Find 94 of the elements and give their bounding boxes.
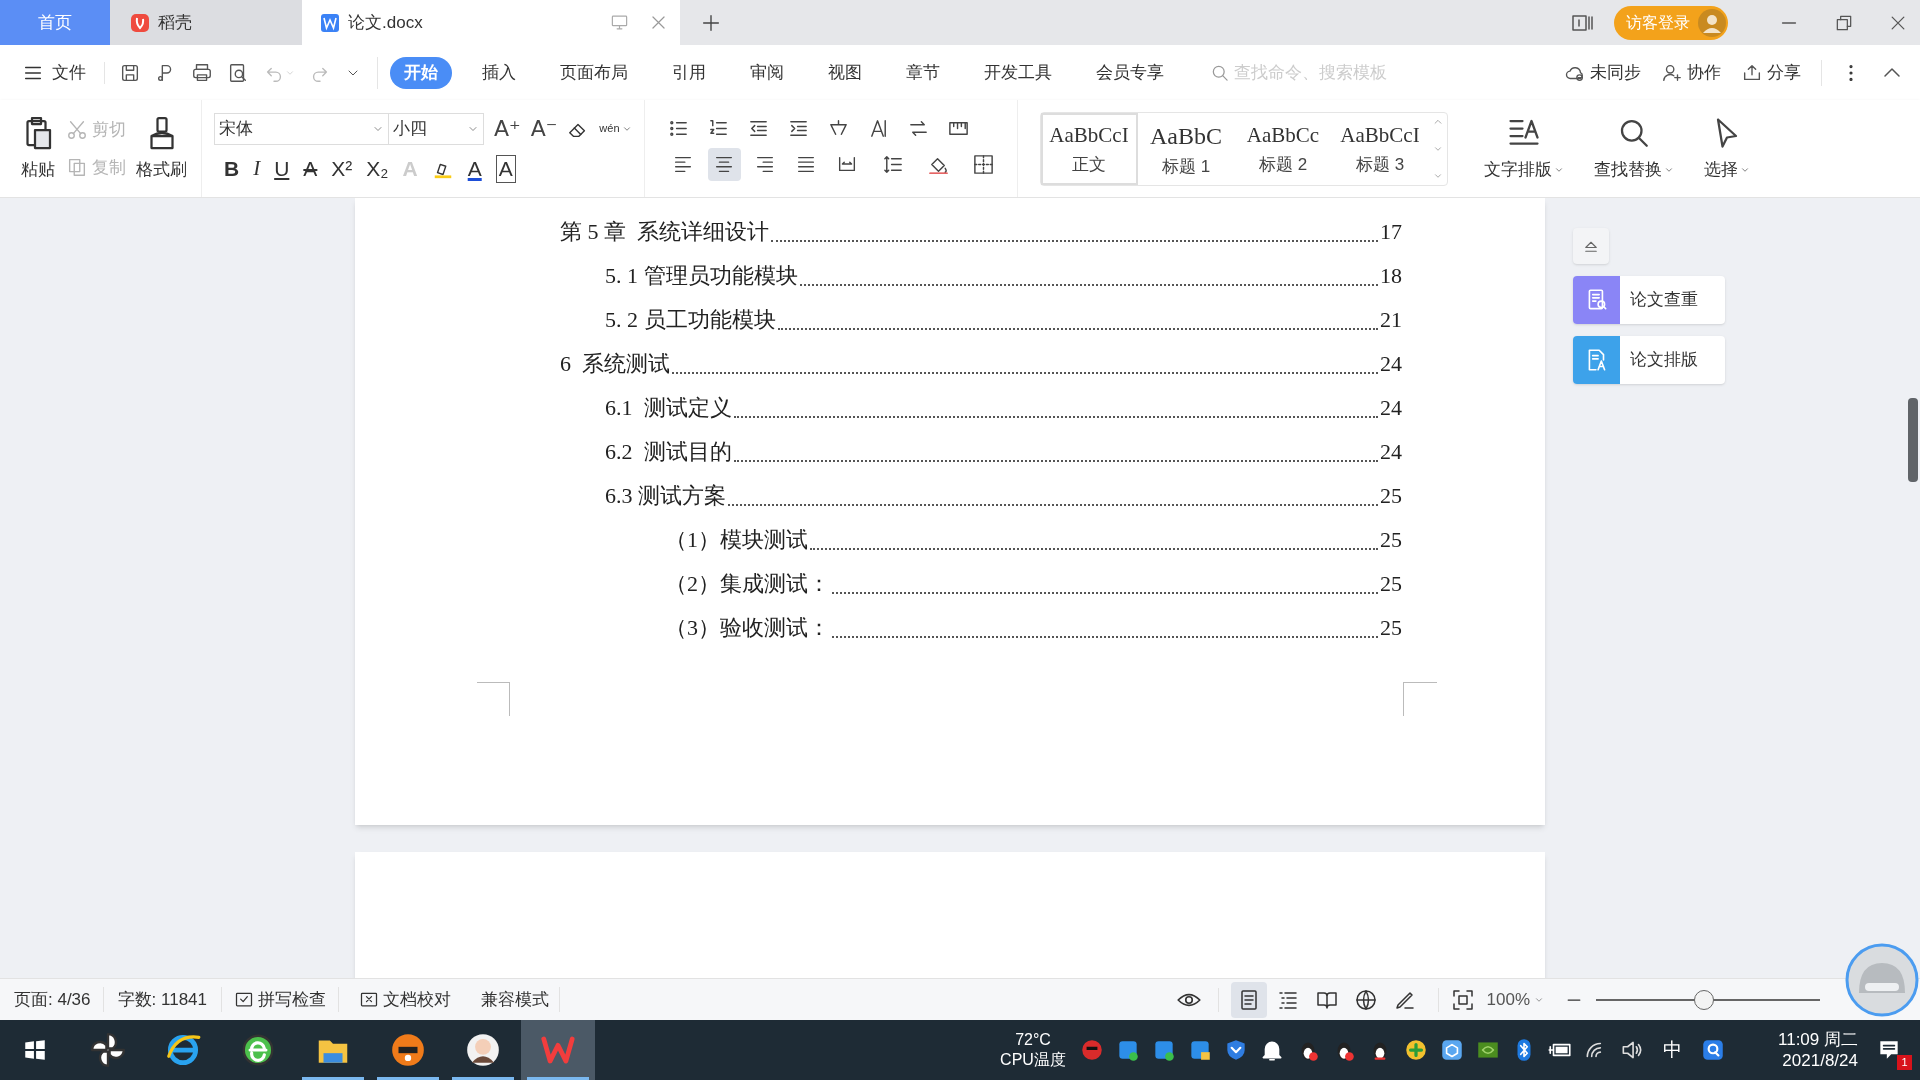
proofread-button[interactable]: 文档校对 xyxy=(339,986,471,1013)
page-number: 25 xyxy=(1380,570,1402,598)
panel-button[interactable]: 论文排版 xyxy=(1573,336,1725,384)
bold-button[interactable]: B xyxy=(224,153,240,185)
painter-button[interactable]: 格式刷 xyxy=(136,114,187,183)
assistant-bubble-drawing[interactable] xyxy=(1845,943,1919,1017)
page-number: 18 xyxy=(1380,262,1402,290)
ribbon-tab[interactable]: 会员专享 xyxy=(1082,56,1178,89)
windows-icon[interactable] xyxy=(22,1037,48,1063)
plus-circle-icon[interactable] xyxy=(1403,1037,1429,1063)
page-number: 25 xyxy=(1380,482,1402,510)
toc-entry: 6.2 测试目的 xyxy=(605,438,732,466)
toc-entry: 6.1 测试定义 xyxy=(605,394,732,422)
share-button[interactable]: 分享 xyxy=(1741,59,1801,86)
page-count[interactable]: 页面: 4/36 xyxy=(0,986,104,1013)
style-option[interactable]: AaBbC 标题 1 xyxy=(1137,112,1235,185)
page-number: 24 xyxy=(1380,394,1402,422)
input-method[interactable]: 中 xyxy=(1663,1035,1682,1065)
toc-entry: （3）验收测试： xyxy=(665,614,830,642)
page-number: 17 xyxy=(1380,218,1402,246)
file-menu[interactable]: 文件 xyxy=(22,59,86,86)
toc-entry: 5. 1 管理员功能模块 xyxy=(605,262,798,290)
avatar-icon xyxy=(1698,8,1726,37)
web-view-icon xyxy=(1353,987,1378,1012)
flame-logo-icon xyxy=(130,12,150,33)
scrollbar[interactable] xyxy=(1908,398,1918,482)
select-button[interactable]: 选择 xyxy=(1697,114,1756,183)
document-logo-icon xyxy=(320,12,340,33)
paste-button[interactable]: 粘贴 xyxy=(20,114,56,183)
style-option[interactable]: AaBbCc 标题 2 xyxy=(1234,112,1332,185)
page-number: 24 xyxy=(1380,438,1402,466)
font-size-field[interactable]: 小四 xyxy=(388,112,484,145)
collab-button[interactable]: 协作 xyxy=(1661,59,1721,86)
zoom-slider[interactable] xyxy=(1596,989,1820,1010)
toc-entry: （1）模块测试 xyxy=(665,526,808,554)
print-icon[interactable] xyxy=(191,61,213,84)
toc-entry: 6.3 测试方案 xyxy=(605,482,726,510)
align-center-button[interactable] xyxy=(707,147,741,181)
cpu-temperature[interactable]: 72°C CPU温度 xyxy=(993,1020,1073,1080)
fit-page-icon[interactable] xyxy=(1450,987,1475,1012)
italic-button[interactable]: I xyxy=(253,153,261,185)
find-button[interactable]: 查找替换 xyxy=(1587,114,1680,183)
person-circle-icon xyxy=(464,1031,502,1069)
superscript-button[interactable]: X² xyxy=(331,153,353,185)
border-button[interactable]: A xyxy=(495,154,516,184)
page-number: 21 xyxy=(1380,306,1402,334)
close-icon[interactable] xyxy=(649,13,668,32)
toc-entry: 6 系统测试 xyxy=(560,350,670,378)
crop-mark xyxy=(1403,682,1437,716)
compatibility-mode: 兼容模式 xyxy=(471,986,560,1013)
q-app-icon[interactable] xyxy=(1700,1037,1726,1063)
subscript-button[interactable]: X₂ xyxy=(366,153,389,185)
layout-button[interactable]: 文字排版 xyxy=(1477,114,1570,183)
page-view-button[interactable] xyxy=(1230,981,1267,1018)
page-number: 25 xyxy=(1380,526,1402,554)
spell-check-button[interactable]: 拼写检查 xyxy=(222,986,339,1013)
phonetic-guide-button[interactable]: wén xyxy=(599,123,620,135)
ribbon-tab[interactable]: 开发工具 xyxy=(970,56,1066,89)
ribbon-tab[interactable]: 章节 xyxy=(892,56,954,89)
borders-icon[interactable] xyxy=(971,152,995,176)
scissors-icon xyxy=(66,118,88,141)
sync-button[interactable]: 未同步 xyxy=(1564,59,1641,86)
toc-entry: 第 5 章 系统详细设计 xyxy=(560,218,769,246)
font-name-field[interactable]: 宋体 xyxy=(214,112,389,145)
page-number: 24 xyxy=(1380,350,1402,378)
page-number: 25 xyxy=(1380,614,1402,642)
ribbon-tab[interactable]: 插入 xyxy=(468,56,530,89)
strike-button[interactable]: A xyxy=(303,153,318,185)
collapse-panel-button[interactable] xyxy=(1573,228,1609,264)
shrink-font-button[interactable]: A⁻ xyxy=(530,112,558,146)
print-preview-icon[interactable] xyxy=(227,61,249,84)
ribbon-tab[interactable]: 引用 xyxy=(658,56,720,89)
ribbon-tab[interactable]: 视图 xyxy=(814,56,876,89)
grow-font-button[interactable]: A⁺ xyxy=(494,112,521,146)
tab[interactable]: 论文.docx xyxy=(302,0,680,45)
style-option[interactable]: AaBbCcI 标题 3 xyxy=(1331,112,1429,185)
ribbon-tab[interactable]: 页面布局 xyxy=(546,56,642,89)
pinwheel-icon xyxy=(89,1031,127,1069)
slider-thumb[interactable] xyxy=(1693,989,1714,1010)
tab[interactable]: 稻壳 xyxy=(110,0,302,45)
ribbon-tab[interactable]: 审阅 xyxy=(736,56,798,89)
underline-button[interactable]: U xyxy=(274,153,290,185)
clock[interactable]: 11:09 周二 2021/8/24 xyxy=(1740,1020,1858,1080)
zoom-level[interactable]: 100% xyxy=(1486,986,1544,1013)
toc-entry: （2）集成测试： xyxy=(665,570,830,598)
crop-mark xyxy=(477,682,510,716)
notification-badge: 1 xyxy=(1897,1055,1912,1070)
copy-icon xyxy=(66,156,88,179)
toc-entry: 5. 2 员工功能模块 xyxy=(605,306,776,334)
word-count[interactable]: 字数: 11841 xyxy=(103,986,222,1013)
hexagon-app-icon[interactable] xyxy=(1439,1037,1465,1063)
style-option[interactable]: AaBbCcI 正文 xyxy=(1040,112,1138,185)
panel-button[interactable]: 论文查重 xyxy=(1573,276,1725,324)
color-button[interactable]: A xyxy=(467,153,482,185)
